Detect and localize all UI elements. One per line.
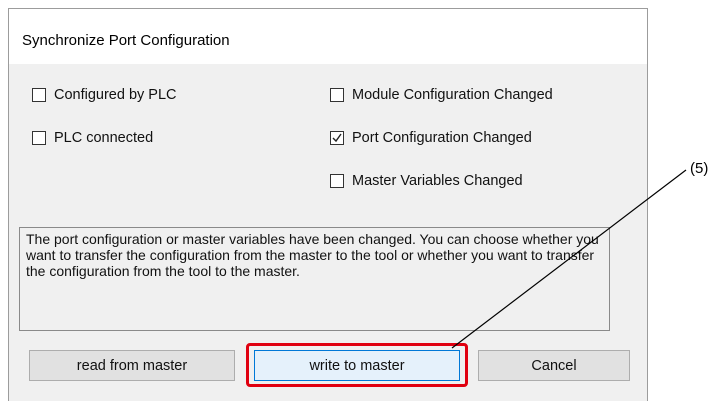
callout-label: (5) <box>690 160 709 177</box>
callout-leader-line <box>451 169 687 349</box>
